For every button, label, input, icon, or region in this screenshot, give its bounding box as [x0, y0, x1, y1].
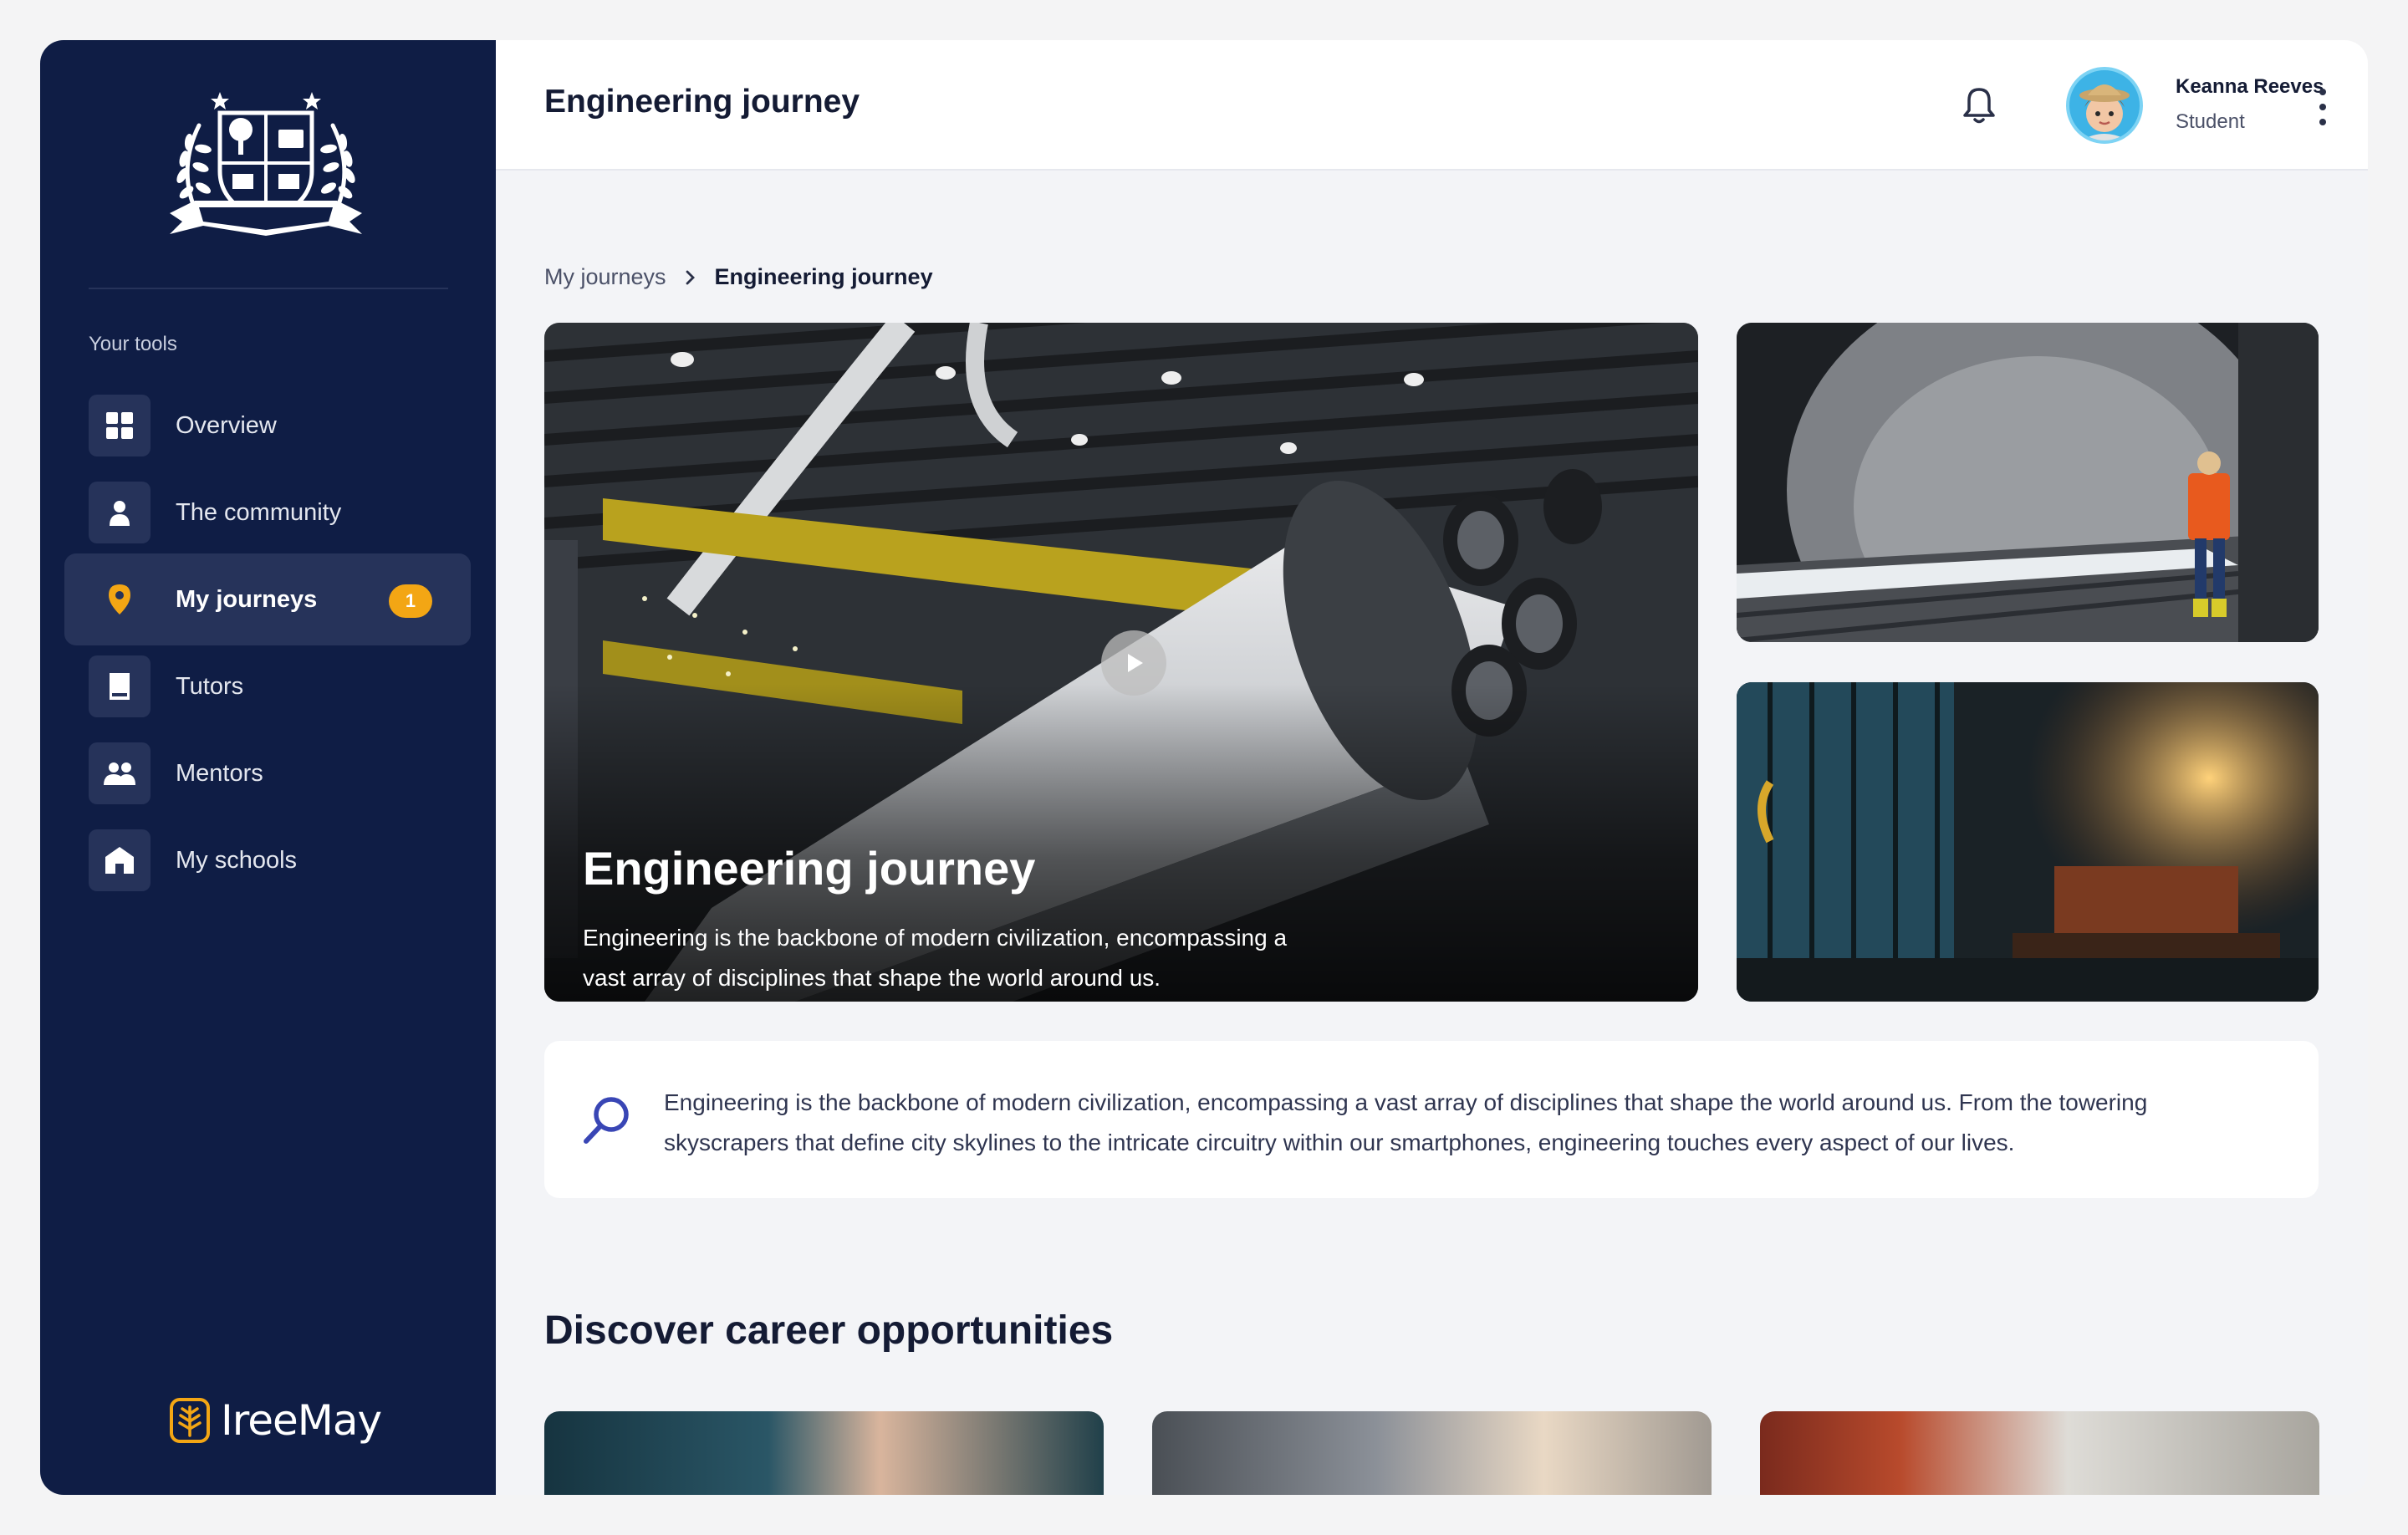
sidebar-divider: [89, 288, 448, 289]
sidebar-item-my-schools[interactable]: My schools: [64, 814, 471, 906]
hero-title: Engineering journey: [583, 842, 1036, 895]
tools-section-label: Your tools: [89, 333, 177, 355]
sidebar-item-label: The community: [176, 498, 342, 526]
chevron-right-icon: [686, 270, 695, 284]
user-role: Student: [2176, 110, 2245, 133]
section-title: Discover career opportunities: [544, 1308, 1114, 1353]
sidebar-item-mentors[interactable]: Mentors: [64, 727, 471, 819]
users-icon: [89, 742, 150, 804]
career-card-construction-engineer[interactable]: [1760, 1411, 2319, 1495]
steel-foundry-image[interactable]: [1737, 682, 2319, 1002]
sidebar-item-label: My schools: [176, 846, 298, 874]
book-icon: [89, 655, 150, 717]
map-pin-icon: [89, 569, 150, 630]
tunnel-worker-image[interactable]: [1737, 323, 2319, 642]
app-window: Your tools Overview The community My jou…: [40, 40, 2368, 1495]
sidebar-item-overview[interactable]: Overview: [64, 380, 471, 472]
main-content: Engineering journey Keanna Reeves Studen…: [496, 40, 2368, 1495]
play-icon: [1128, 654, 1143, 672]
brand-logo: IreeMay: [169, 1396, 382, 1445]
notification-badge: 1: [389, 584, 432, 618]
user-name: Keanna Reeves: [2176, 75, 2324, 98]
info-text: Engineering is the backbone of modern ci…: [664, 1089, 2148, 1155]
school-crest-logo: [170, 92, 362, 236]
sidebar-nav: Overview The community My journeys 1 Tut…: [64, 380, 471, 906]
hero-description: Engineering is the backbone of modern ci…: [583, 925, 1288, 991]
user-icon: [89, 482, 150, 543]
sidebar-item-label: Mentors: [176, 759, 263, 787]
info-card: Engineering is the backbone of modern ci…: [544, 1041, 2319, 1198]
brand-name: IreeMay: [221, 1396, 382, 1445]
sidebar-item-tutors[interactable]: Tutors: [64, 640, 471, 732]
sidebar-item-label: Overview: [176, 411, 277, 439]
page-title: Engineering journey: [544, 84, 860, 120]
bell-icon[interactable]: [1961, 85, 1997, 125]
more-options-icon[interactable]: [2310, 89, 2335, 125]
top-bar: Engineering journey Keanna Reeves Studen…: [496, 40, 2368, 171]
career-card-electrical-engineer[interactable]: [1152, 1411, 1712, 1495]
hero-video-card[interactable]: Engineering journey Engineering is the b…: [544, 323, 1698, 1002]
sidebar-item-my-journeys[interactable]: My journeys 1: [64, 553, 471, 645]
breadcrumb-parent-link[interactable]: My journeys: [544, 264, 666, 290]
sidebar-item-label: My journeys: [176, 585, 318, 613]
breadcrumb-current: Engineering journey: [714, 264, 933, 289]
career-card-vr-engineer[interactable]: [544, 1411, 1104, 1495]
grid-icon: [89, 395, 150, 456]
school-icon: [89, 829, 150, 891]
avatar[interactable]: [2066, 67, 2143, 144]
sidebar: Your tools Overview The community My jou…: [40, 40, 496, 1495]
play-button[interactable]: [1101, 630, 1166, 696]
brand-mark-icon: [170, 1398, 210, 1443]
breadcrumb: My journeys Engineering journey: [544, 264, 933, 290]
sidebar-item-label: Tutors: [176, 672, 244, 700]
search-icon: [584, 1097, 629, 1144]
sidebar-item-community[interactable]: The community: [64, 467, 471, 558]
